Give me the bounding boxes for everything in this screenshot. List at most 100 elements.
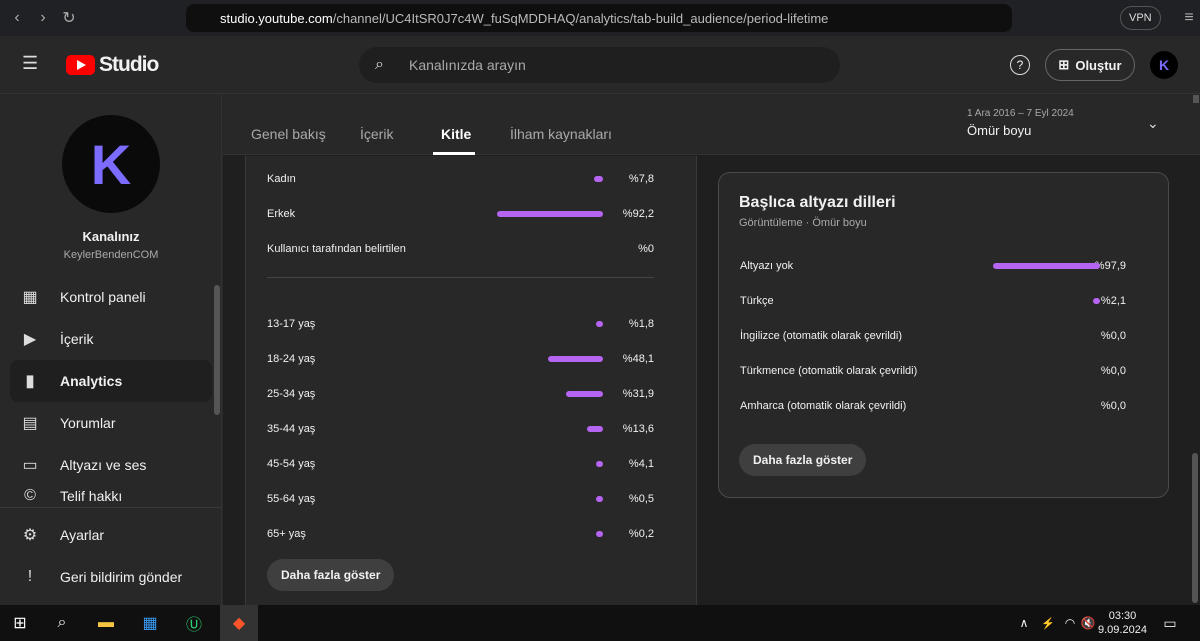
analytics-icon: ▮	[25, 373, 35, 390]
list-item: 55-64 yaş %0,5	[267, 489, 654, 509]
sidebar-item-subtitles[interactable]: ▭ Altyazı ve ses	[10, 444, 212, 486]
hamburger-icon[interactable]: ☰	[22, 53, 38, 74]
percent-bar	[993, 263, 1100, 269]
address-bar[interactable]: studio.youtube.com/channel/UC4ItSR0J7c4W…	[186, 4, 1012, 32]
youtube-logo-icon	[66, 55, 95, 75]
row-label: 55-64 yaş	[267, 493, 316, 505]
list-item: İngilizce (otomatik olarak çevrildi) %0,0	[740, 326, 1126, 346]
tab-audience[interactable]: Kitle	[441, 126, 471, 142]
list-item: Türkmence (otomatik olarak çevrildi) %0,0	[740, 361, 1126, 381]
sidebar-item-copyright[interactable]: © Telif hakkı	[10, 486, 212, 506]
sidebar-item-feedback[interactable]: ! Geri bildirim gönder	[10, 556, 212, 598]
row-percent: %13,6	[622, 423, 654, 435]
row-percent: %92,2	[622, 208, 654, 220]
list-item: Amharca (otomatik olarak çevrildi) %0,0	[740, 396, 1126, 416]
create-button[interactable]: ⊞ Oluştur	[1045, 49, 1135, 81]
dashboard-icon: ▦	[22, 289, 38, 306]
row-label: Türkmence (otomatik olarak çevrildi)	[740, 365, 918, 377]
row-label: 25-34 yaş	[267, 388, 316, 400]
studio-logo[interactable]: Studio	[66, 53, 159, 77]
copyright-icon: ©	[24, 487, 36, 504]
feedback-icon: !	[27, 568, 33, 585]
row-label: Erkek	[267, 208, 296, 220]
sidebar: K Kanalınız KeylerBendenCOM ▦ Kontrol pan…	[0, 95, 222, 605]
tab-overview[interactable]: Genel bakış	[251, 126, 326, 142]
app-icon[interactable]: Ⓤ	[180, 611, 208, 635]
tab-inspiration[interactable]: İlham kaynakları	[510, 126, 612, 142]
sidebar-item-dashboard[interactable]: ▦ Kontrol paneli	[10, 276, 212, 318]
row-label: Amharca (otomatik olarak çevrildi)	[740, 400, 907, 412]
period-selector[interactable]: 1 Ara 2016 – 7 Eyl 2024 Ömür boyu	[967, 108, 1074, 138]
account-avatar[interactable]: K	[1150, 51, 1178, 79]
show-more-button[interactable]: Daha fazla göster	[739, 444, 867, 476]
row-percent: %0,5	[628, 493, 654, 505]
store-icon[interactable]: ▦	[136, 611, 164, 635]
windows-start-icon[interactable]: ⊞	[6, 611, 34, 635]
channel-name: Kanalınız	[82, 229, 140, 244]
subtitle-languages-card: Başlıca altyazı dilleri Görüntüleme · Öm…	[718, 172, 1169, 498]
help-icon[interactable]: ?	[1010, 55, 1030, 75]
sidebar-scrollbar[interactable]	[214, 285, 220, 415]
clock[interactable]: 03:30 9.09.2024	[1098, 609, 1147, 637]
main-scrollbar-thumb[interactable]	[1192, 453, 1198, 603]
taskbar: ⊞ ⌕ ▬ ▦ Ⓤ ◆ ∧ ⚡ ◠ 🔇 03:30 9.09.2024 ▭	[0, 605, 1200, 641]
chevron-down-icon[interactable]: ⌄	[1147, 115, 1159, 132]
card-title: Başlıca altyazı dilleri	[739, 194, 896, 211]
card-subtitle: Görüntüleme · Ömür boyu	[739, 217, 867, 229]
content-icon: ▶	[23, 331, 37, 348]
brave-browser-icon[interactable]: ◆	[220, 605, 258, 641]
row-percent: %7,8	[628, 173, 654, 185]
divider	[267, 277, 654, 278]
forward-icon[interactable]: ›	[30, 9, 56, 27]
search-icon[interactable]: ⌕	[48, 611, 76, 635]
row-label: 35-44 yaş	[267, 423, 316, 435]
file-explorer-icon[interactable]: ▬	[92, 611, 120, 635]
sidebar-item-comments[interactable]: ▤ Yorumlar	[10, 402, 212, 444]
notifications-icon[interactable]: ▭	[1156, 611, 1184, 635]
row-percent: %0,0	[1100, 330, 1126, 342]
percent-bar	[547, 356, 603, 362]
row-label: İngilizce (otomatik olarak çevrildi)	[740, 330, 902, 342]
row-percent: %0,0	[1100, 365, 1126, 377]
list-item: 35-44 yaş %13,6	[267, 419, 654, 439]
row-percent: %2,1	[1100, 295, 1126, 307]
sidebar-item-analytics[interactable]: ▮ Analytics	[10, 360, 212, 402]
percent-bar	[587, 426, 603, 432]
row-percent: %0,0	[1100, 400, 1126, 412]
tab-bar: Genel bakış İçerik Kitle İlham kaynaklar…	[223, 95, 1200, 155]
sidebar-item-content[interactable]: ▶ İçerik	[10, 318, 212, 360]
percent-bar	[596, 496, 603, 502]
show-more-button[interactable]: Daha fazla göster	[267, 559, 395, 591]
create-icon: ⊞	[1058, 57, 1070, 72]
vpn-button[interactable]: VPN	[1120, 6, 1161, 30]
search-icon: ⌕	[375, 56, 384, 73]
channel-handle: KeylerBendenCOM	[63, 249, 159, 261]
list-item: 65+ yaş %0,2	[267, 524, 654, 544]
list-item: Altyazı yok %97,9	[740, 256, 1126, 276]
channel-avatar[interactable]: K	[62, 115, 160, 213]
list-item: 25-34 yaş %31,9	[267, 384, 654, 404]
list-item: Türkçe %2,1	[740, 291, 1126, 311]
menu-icon[interactable]: ≡	[1176, 9, 1200, 27]
list-item: 45-54 yaş %4,1	[267, 454, 654, 474]
row-percent: %4,1	[628, 458, 654, 470]
comments-icon: ▤	[22, 415, 38, 432]
main-scrollbar[interactable]	[1193, 95, 1199, 103]
demographics-card: Kadın %7,8 Erkek %92,2 Kullanıcı tarafından …	[245, 156, 697, 605]
search-input[interactable]: ⌕ Kanalınızda arayın	[359, 47, 840, 83]
row-percent: %0	[638, 243, 654, 255]
row-label: 18-24 yaş	[267, 353, 316, 365]
subtitles-icon: ▭	[22, 457, 38, 474]
percent-bar	[1093, 298, 1100, 304]
reload-icon[interactable]: ↻	[56, 8, 82, 28]
row-percent: %0,2	[628, 528, 654, 540]
list-item: Kullanıcı tarafından belirtilen %0	[267, 239, 654, 259]
tab-content[interactable]: İçerik	[360, 126, 393, 142]
sidebar-item-settings[interactable]: ⚙ Ayarlar	[10, 514, 212, 556]
active-tab-indicator	[433, 152, 475, 155]
percent-bar	[594, 176, 603, 182]
list-item: Erkek %92,2	[267, 204, 654, 224]
list-item: 13-17 yaş %1,8	[267, 314, 654, 334]
row-label: Altyazı yok	[740, 260, 794, 272]
back-icon[interactable]: ‹	[4, 9, 30, 27]
